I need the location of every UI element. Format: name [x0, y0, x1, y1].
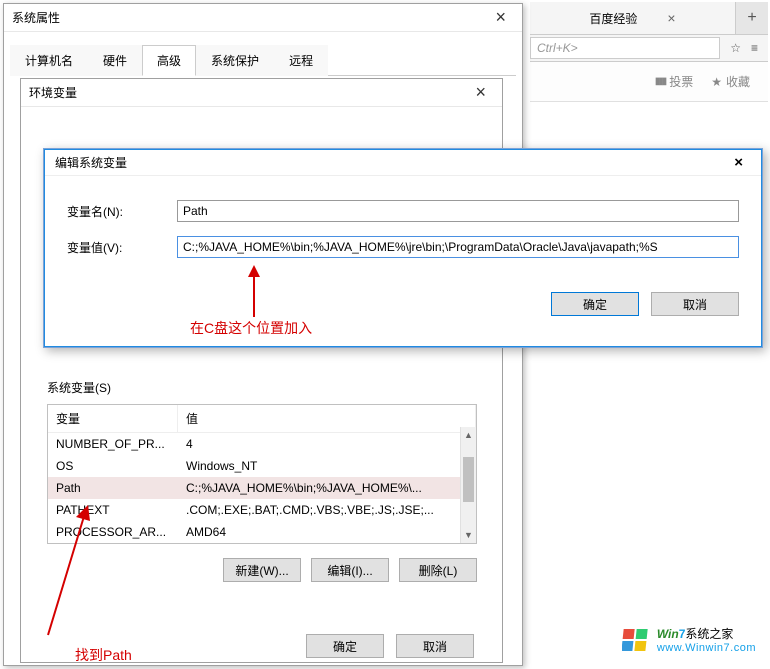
watermark-rest: 系统之家	[685, 627, 733, 641]
table-row-path[interactable]: Path C:;%JAVA_HOME%\bin;%JAVA_HOME%\...	[48, 477, 476, 499]
tab-hardware[interactable]: 硬件	[88, 45, 142, 76]
variable-value-input[interactable]	[177, 236, 739, 258]
tab-computer-name[interactable]: 计算机名	[10, 45, 88, 76]
menu-icon[interactable]: ≡	[751, 41, 758, 55]
new-button[interactable]: 新建(W)...	[223, 558, 301, 582]
watermark-win: Win	[657, 627, 679, 641]
ok-button[interactable]: 确定	[306, 634, 384, 658]
system-variables-label: 系统变量(S)	[47, 379, 477, 396]
table-row[interactable]: OS Windows_NT	[48, 455, 476, 477]
cancel-button[interactable]: 取消	[651, 292, 739, 316]
new-tab-button[interactable]: +	[736, 2, 768, 34]
vote-button[interactable]: ▮▮▮ 投票	[655, 73, 694, 90]
table-row[interactable]: PATHEXT .COM;.EXE;.BAT;.CMD;.VBS;.VBE;.J…	[48, 499, 476, 521]
watermark: Win7系统之家 www.Winwin7.com	[622, 625, 756, 655]
close-icon[interactable]: ×	[487, 7, 514, 28]
favorite-label: 收藏	[726, 73, 750, 90]
ok-button[interactable]: 确定	[551, 292, 639, 316]
favorite-button[interactable]: ★ 收藏	[711, 73, 750, 90]
tab-advanced[interactable]: 高级	[142, 45, 196, 76]
close-icon[interactable]: ×	[726, 154, 751, 171]
delete-button[interactable]: 删除(L)	[399, 558, 477, 582]
windows-logo-icon	[622, 626, 652, 654]
cancel-button[interactable]: 取消	[396, 634, 474, 658]
column-header-value[interactable]: 值	[178, 405, 476, 432]
star-icon: ★	[711, 75, 722, 89]
variable-name-label: 变量名(N):	[67, 203, 177, 220]
edit-button[interactable]: 编辑(I)...	[311, 558, 389, 582]
scroll-thumb[interactable]	[463, 457, 474, 502]
close-icon[interactable]: ×	[467, 82, 494, 103]
scrollbar[interactable]: ▲ ▼	[460, 427, 476, 543]
browser-tab[interactable]: 百度经验 ×	[530, 2, 736, 34]
table-row[interactable]: PROCESSOR_AR... AMD64	[48, 521, 476, 543]
annotation-text: 找到Path	[75, 645, 132, 665]
annotation-arrow-icon	[244, 265, 264, 320]
address-bar[interactable]: Ctrl+K>	[530, 37, 720, 59]
tab-system-protection[interactable]: 系统保护	[196, 45, 274, 76]
dialog-title: 编辑系统变量	[55, 154, 127, 171]
tab-title: 百度经验	[589, 10, 637, 27]
address-placeholder: Ctrl+K>	[537, 41, 578, 55]
scroll-up-icon[interactable]: ▲	[461, 427, 476, 443]
column-header-variable[interactable]: 变量	[48, 405, 178, 432]
annotation-text: 在C盘这个位置加入	[190, 318, 312, 338]
variable-value-label: 变量值(V):	[67, 239, 177, 256]
watermark-url: www.Winwin7.com	[657, 642, 756, 655]
window-title: 系统属性	[12, 9, 60, 26]
bar-chart-icon: ▮▮▮	[655, 76, 666, 87]
vote-label: 投票	[669, 73, 693, 90]
scroll-down-icon[interactable]: ▼	[461, 527, 476, 543]
variable-name-input[interactable]	[177, 200, 739, 222]
bookmark-star-icon[interactable]: ☆	[730, 41, 741, 55]
table-row[interactable]: NUMBER_OF_PR... 4	[48, 433, 476, 455]
dialog-title: 环境变量	[29, 84, 77, 101]
edit-system-variable-dialog: 编辑系统变量 × 变量名(N): 变量值(V): 确定 取消	[43, 148, 763, 348]
annotation-arrow-icon	[30, 505, 100, 645]
tab-close-icon[interactable]: ×	[667, 10, 675, 26]
tab-remote[interactable]: 远程	[274, 45, 328, 76]
